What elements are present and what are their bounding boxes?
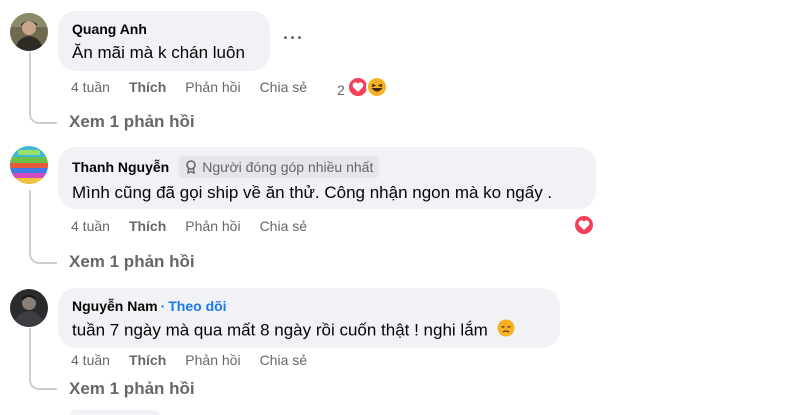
next-comment-bubble (70, 410, 160, 415)
reply-button[interactable]: Phản hồi (185, 352, 240, 368)
badge-label: Người đóng góp nhiều nhất (202, 159, 374, 175)
like-button[interactable]: Thích (129, 218, 166, 234)
avatar[interactable] (10, 13, 48, 51)
comment-author[interactable]: Quang Anh (72, 20, 147, 38)
comment-actions: 4 tuần Thích Phản hồi Chia sẻ (71, 218, 326, 234)
reaction-summary[interactable] (573, 214, 595, 241)
share-button[interactable]: Chia sẻ (260, 79, 307, 95)
comment-timestamp[interactable]: 4 tuần (71, 352, 110, 368)
share-button[interactable]: Chia sẻ (260, 352, 307, 368)
top-contributor-badge[interactable]: Người đóng góp nhiều nhất (179, 156, 380, 178)
comment-text: Ăn mãi mà k chán luôn (72, 43, 245, 62)
more-options-button[interactable]: ··· (283, 28, 304, 49)
view-replies-link[interactable]: Xem 1 phản hồi (69, 379, 195, 399)
comment-text: Mình cũng đã gọi ship về ăn thử. Công nh… (72, 183, 553, 202)
comment-timestamp[interactable]: 4 tuần (71, 79, 110, 95)
comment-author[interactable]: Nguyễn Nam (72, 297, 158, 315)
thread-line (29, 52, 31, 102)
comment-text: tuần 7 ngày mà qua mất 8 ngày rồi cuốn t… (72, 319, 546, 343)
laughing-emoji-icon (365, 76, 388, 103)
comment-bubble: Nguyễn Nam · Theo dõi tuần 7 ngày mà qua… (58, 288, 560, 348)
reaction-summary[interactable]: 2 (337, 76, 388, 103)
heart-icon (573, 214, 595, 241)
comment-author[interactable]: Thanh Nguyễn (72, 158, 169, 176)
reply-connector (29, 366, 57, 390)
comment-bubble: Quang Anh Ăn mãi mà k chán luôn (58, 11, 270, 71)
thread-line (29, 328, 31, 368)
comment-timestamp[interactable]: 4 tuần (71, 218, 110, 234)
reply-connector (29, 240, 57, 264)
like-button[interactable]: Thích (129, 79, 166, 95)
avatar[interactable] (10, 289, 48, 327)
follow-button[interactable]: Theo dõi (168, 297, 226, 315)
reply-button[interactable]: Phản hồi (185, 218, 240, 234)
reply-connector (29, 100, 57, 124)
medal-icon (186, 160, 197, 174)
comment-bubble: Thanh Nguyễn Người đóng góp nhiều nhất M… (58, 147, 596, 209)
view-replies-link[interactable]: Xem 1 phản hồi (69, 252, 195, 272)
share-button[interactable]: Chia sẻ (260, 218, 307, 234)
separator-dot: · (160, 298, 166, 314)
comment-actions: 4 tuần Thích Phản hồi Chia sẻ (71, 352, 326, 368)
like-button[interactable]: Thích (129, 352, 166, 368)
comment-text-body: tuần 7 ngày mà qua mất 8 ngày rồi cuốn t… (72, 320, 488, 340)
reaction-count: 2 (337, 81, 345, 98)
disappointed-face-icon (497, 319, 515, 343)
reply-button[interactable]: Phản hồi (185, 79, 240, 95)
view-replies-link[interactable]: Xem 1 phản hồi (69, 112, 195, 132)
comment-actions: 4 tuần Thích Phản hồi Chia sẻ (71, 79, 326, 95)
thread-line (29, 190, 31, 241)
avatar[interactable] (10, 146, 48, 184)
